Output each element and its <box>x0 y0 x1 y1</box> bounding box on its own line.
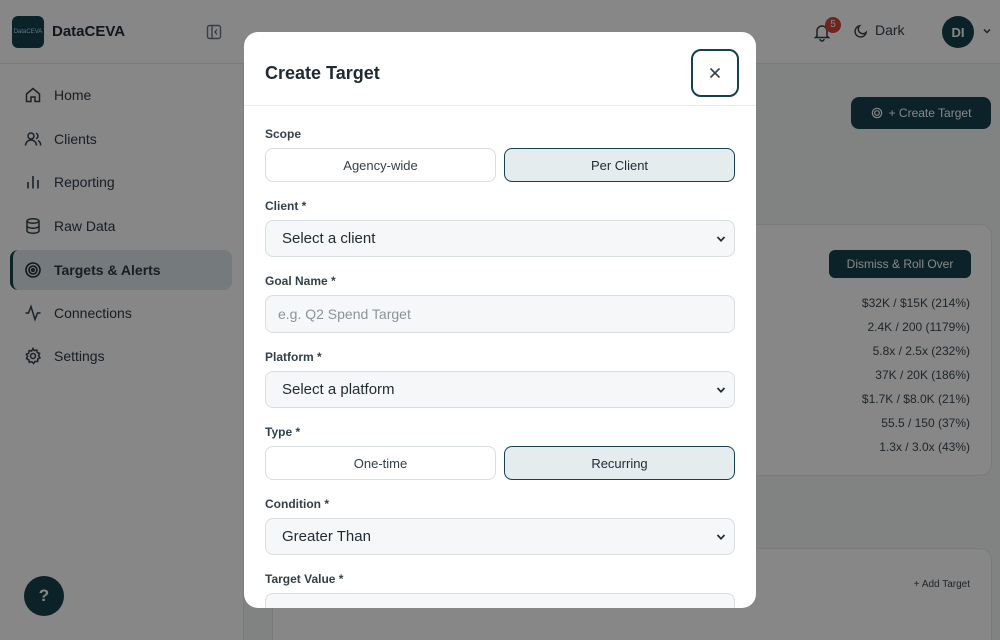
chevron-down-icon <box>716 534 726 541</box>
modal-title: Create Target <box>265 63 380 83</box>
condition-select-value: Greater Than <box>282 528 371 545</box>
goal-name-input[interactable] <box>265 295 735 333</box>
client-select[interactable]: Select a client <box>265 220 735 257</box>
target-value-input[interactable] <box>265 593 735 608</box>
type-option-one-time[interactable]: One-time <box>265 446 496 480</box>
close-button[interactable] <box>691 49 739 97</box>
client-label: Client * <box>265 199 307 213</box>
platform-label: Platform * <box>265 350 322 364</box>
type-option-recurring[interactable]: Recurring <box>504 446 735 480</box>
target-value-label: Target Value * <box>265 572 344 586</box>
platform-select-value: Select a platform <box>282 381 395 398</box>
chevron-down-icon <box>716 387 726 394</box>
close-icon <box>709 67 721 79</box>
condition-label: Condition * <box>265 497 329 511</box>
chevron-down-icon <box>716 236 726 243</box>
scope-option-per-client[interactable]: Per Client <box>504 148 735 182</box>
condition-select[interactable]: Greater Than <box>265 518 735 555</box>
client-select-value: Select a client <box>282 230 376 247</box>
platform-select[interactable]: Select a platform <box>265 371 735 408</box>
scope-label: Scope <box>265 127 302 141</box>
modal-header: Create Target <box>244 32 756 106</box>
goal-name-label: Goal Name * <box>265 274 336 288</box>
type-label: Type * <box>265 425 301 439</box>
scope-option-agency-wide[interactable]: Agency-wide <box>265 148 496 182</box>
create-target-modal: Create Target Scope Agency-wide Per Clie… <box>244 32 756 608</box>
